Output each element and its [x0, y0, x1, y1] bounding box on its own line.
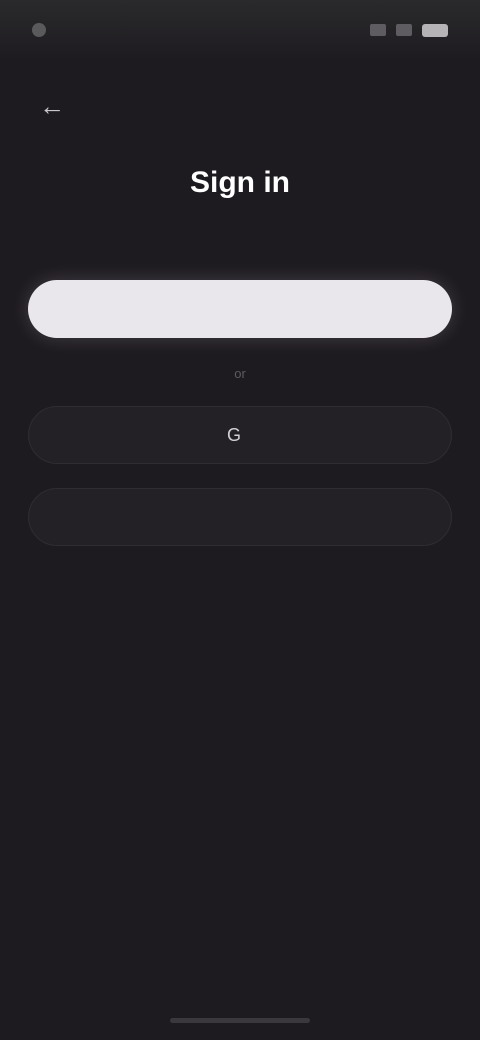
google-icon: G	[226, 425, 241, 445]
status-bar	[0, 0, 480, 60]
continue-with-google-button[interactable]: G	[28, 406, 452, 464]
or-divider: or	[234, 366, 246, 381]
continue-with-apple-button[interactable]	[28, 488, 452, 546]
signal-icon	[370, 24, 386, 36]
status-right	[370, 23, 448, 37]
home-indicator	[170, 1018, 310, 1023]
page-title: Sign in	[190, 166, 290, 199]
primary-sign-in-button[interactable]	[28, 280, 452, 338]
notification-dot-icon	[32, 23, 46, 37]
battery-icon	[422, 23, 448, 37]
wifi-icon	[396, 24, 412, 36]
status-left	[32, 23, 56, 37]
back-arrow-icon: ←	[39, 90, 65, 121]
back-button[interactable]: ←	[34, 88, 70, 124]
